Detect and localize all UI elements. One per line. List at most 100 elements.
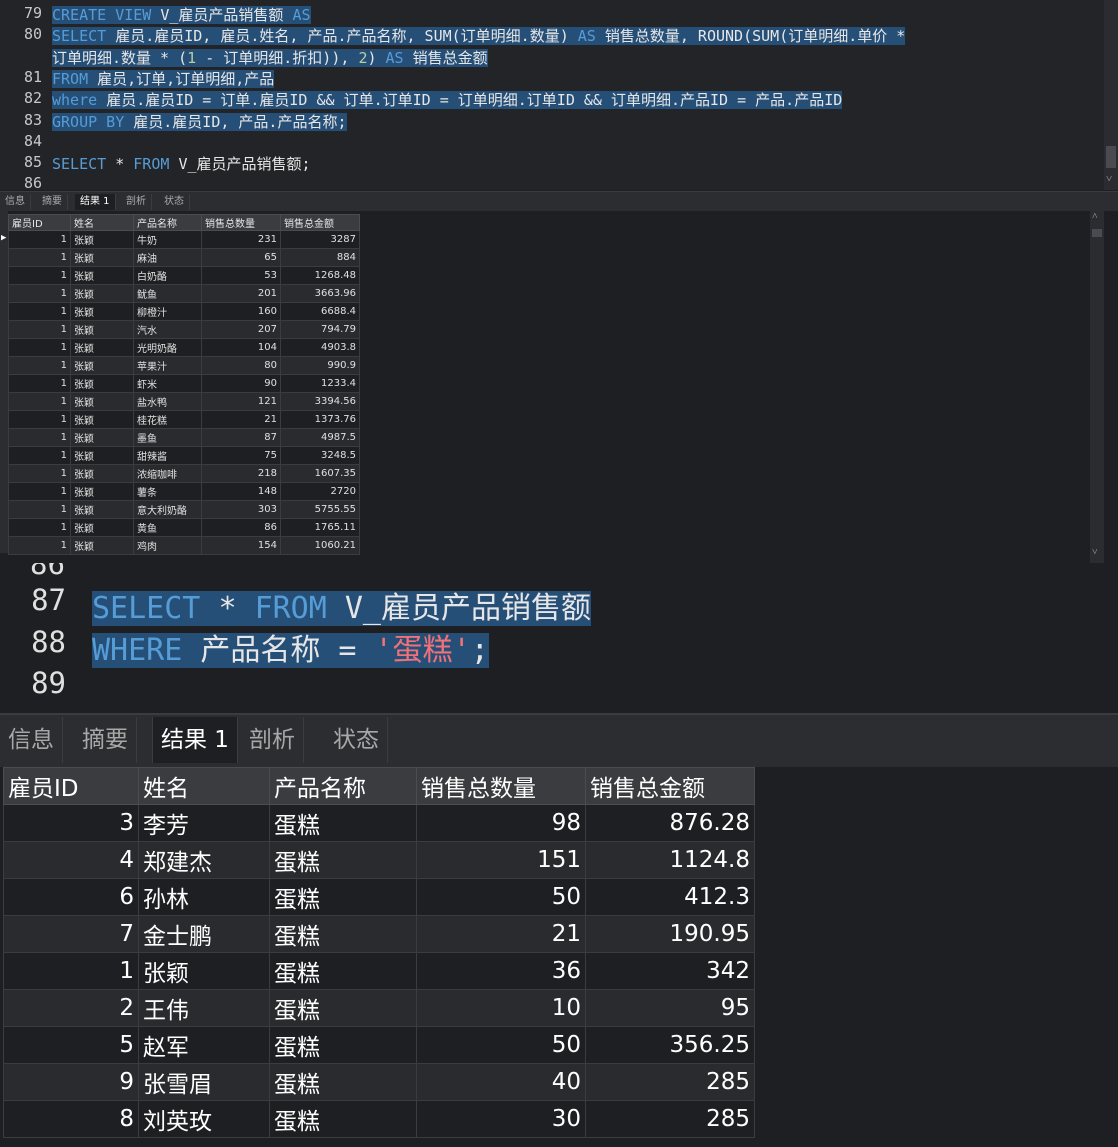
table-cell[interactable]: 3287 [280, 230, 360, 249]
table-cell[interactable]: 75 [201, 446, 281, 465]
table-cell[interactable]: 张颖 [70, 284, 134, 303]
table-row[interactable]: 1 张颖 黄鱼 86 1765.11 [8, 518, 360, 537]
sql-editor-bottom[interactable]: 86 87 SELECT * FROM V_雇员产品销售额 88 WHERE 产品名称… [0, 563, 1118, 713]
table-cell[interactable]: 张颖 [70, 356, 134, 375]
table-cell[interactable]: 张颖 [70, 248, 134, 267]
table-cell[interactable]: 6688.4 [280, 302, 360, 321]
table-row[interactable]: 7 金士鹏 蛋糕 21 190.95 [3, 915, 755, 953]
table-row[interactable]: 1 张颖 浓缩咖啡 218 1607.35 [8, 464, 360, 483]
table-row[interactable]: 6 孙林 蛋糕 50 412.3 [3, 878, 755, 916]
table-cell[interactable]: 104 [201, 338, 281, 357]
table-cell[interactable]: 10 [416, 989, 586, 1027]
table-row[interactable]: 1 张颖 薯条 148 2720 [8, 482, 360, 501]
table-cell[interactable]: 190.95 [585, 915, 755, 953]
table-cell[interactable]: 张颖 [70, 338, 134, 357]
code-line[interactable]: SELECT * FROM V_雇员产品销售额 [92, 583, 591, 627]
table-row[interactable]: 4 郑建杰 蛋糕 151 1124.8 [3, 841, 755, 879]
table-cell[interactable]: 95 [585, 989, 755, 1027]
table-cell[interactable]: 1 [8, 536, 71, 555]
table-cell[interactable]: 1 [8, 428, 71, 447]
table-cell[interactable]: 蛋糕 [269, 804, 417, 842]
table-cell[interactable]: 285 [585, 1063, 755, 1101]
scroll-down-icon[interactable]: ˅ [1092, 547, 1098, 558]
table-cell[interactable]: 郑建杰 [138, 841, 270, 879]
table-cell[interactable]: 蛋糕 [269, 841, 417, 879]
column-header[interactable]: 姓名 [70, 214, 134, 231]
table-cell[interactable]: 王伟 [138, 989, 270, 1027]
table-cell[interactable]: 65 [201, 248, 281, 267]
table-cell[interactable]: 1268.48 [280, 266, 360, 285]
table-cell[interactable]: 412.3 [585, 878, 755, 916]
table-cell[interactable]: 121 [201, 392, 281, 411]
scroll-up-icon[interactable]: ˄ [1092, 211, 1098, 222]
table-cell[interactable]: 张颖 [70, 374, 134, 393]
tab-summary[interactable]: 摘要 [37, 194, 68, 210]
table-cell[interactable]: 张颖 [70, 464, 134, 483]
sql-editor-top[interactable]: 79 CREATE VIEW V_雇员产品销售额 AS 80 SELECT 雇员.雇员… [0, 0, 1118, 190]
table-row[interactable]: 9 张雪眉 蛋糕 40 285 [3, 1063, 755, 1101]
table-cell[interactable]: 1373.76 [280, 410, 360, 429]
table-cell[interactable]: 张颖 [70, 410, 134, 429]
code-line[interactable]: where 雇员.雇员ID = 订单.雇员ID && 订单.订单ID = 订单明… [52, 89, 843, 110]
table-row[interactable]: 1 张颖 虾米 90 1233.4 [8, 374, 360, 393]
table-cell[interactable]: 53 [201, 266, 281, 285]
table-row[interactable]: 1 张颖 苹果汁 80 990.9 [8, 356, 360, 375]
table-cell[interactable]: 218 [201, 464, 281, 483]
tab-info[interactable]: 信息 [0, 717, 63, 763]
table-row[interactable]: 2 王伟 蛋糕 10 95 [3, 989, 755, 1027]
table-cell[interactable]: 876.28 [585, 804, 755, 842]
table-cell[interactable]: 1 [8, 320, 71, 339]
table-cell[interactable]: 蛋糕 [269, 1026, 417, 1064]
table-row[interactable]: 1 张颖 蛋糕 36 342 [3, 952, 755, 990]
table-cell[interactable]: 1124.8 [585, 841, 755, 879]
table-cell[interactable]: 墨鱼 [133, 428, 202, 447]
table-cell[interactable]: 1 [8, 446, 71, 465]
table-cell[interactable]: 2720 [280, 482, 360, 501]
table-cell[interactable]: 金士鹏 [138, 915, 270, 953]
table-cell[interactable]: 3248.5 [280, 446, 360, 465]
table-cell[interactable]: 薯条 [133, 482, 202, 501]
table-cell[interactable]: 5755.55 [280, 500, 360, 519]
table-cell[interactable]: 张颖 [70, 536, 134, 555]
table-cell[interactable]: 9 [3, 1063, 139, 1101]
table-cell[interactable]: 154 [201, 536, 281, 555]
code-line[interactable]: CREATE VIEW V_雇员产品销售额 AS [52, 4, 311, 25]
column-header[interactable]: 产品名称 [133, 214, 202, 231]
table-row[interactable]: 1 张颖 桂花糕 21 1373.76 [8, 410, 360, 429]
table-cell[interactable]: 1 [8, 248, 71, 267]
table-cell[interactable]: 160 [201, 302, 281, 321]
result-grid-small[interactable]: ▶ 雇员ID 姓名 产品名称 销售总数量 销售总金额 1 张颖 牛奶 231 3287 1 张颖 麻油… [0, 211, 1104, 563]
editor-scrollbar[interactable]: ˅ [1104, 0, 1118, 190]
code-line[interactable]: SELECT * FROM V_雇员产品销售额; [52, 153, 311, 174]
result-table-large[interactable]: 雇员ID 姓名 产品名称 销售总数量 销售总金额 3 李芳 蛋糕 98 876.28 4 郑建杰 蛋糕… [3, 767, 755, 1138]
table-cell[interactable]: 1060.21 [280, 536, 360, 555]
table-cell[interactable]: 1 [8, 284, 71, 303]
column-header[interactable]: 销售总数量 [416, 767, 586, 805]
table-cell[interactable]: 1 [8, 266, 71, 285]
tab-result-1[interactable]: 结果 1 [152, 717, 238, 763]
table-cell[interactable]: 342 [585, 952, 755, 990]
tab-summary[interactable]: 摘要 [74, 717, 137, 763]
table-cell[interactable]: 30 [416, 1100, 586, 1138]
table-cell[interactable]: 151 [416, 841, 586, 879]
table-cell[interactable]: 孙林 [138, 878, 270, 916]
table-cell[interactable]: 李芳 [138, 804, 270, 842]
column-header[interactable]: 雇员ID [8, 214, 71, 231]
table-cell[interactable]: 207 [201, 320, 281, 339]
table-cell[interactable]: 鸡肉 [133, 536, 202, 555]
column-header[interactable]: 销售总金额 [280, 214, 360, 231]
code-line[interactable]: GROUP BY 雇员.雇员ID, 产品.产品名称; [52, 111, 347, 132]
scroll-down-icon[interactable]: ˅ [1106, 172, 1112, 185]
table-row[interactable]: 1 张颖 柳橙汁 160 6688.4 [8, 302, 360, 321]
table-row[interactable]: 1 张颖 甜辣酱 75 3248.5 [8, 446, 360, 465]
table-cell[interactable]: 50 [416, 878, 586, 916]
table-cell[interactable]: 4987.5 [280, 428, 360, 447]
table-cell[interactable]: 桂花糕 [133, 410, 202, 429]
table-cell[interactable]: 张颖 [70, 500, 134, 519]
table-cell[interactable]: 1 [8, 338, 71, 357]
table-cell[interactable]: 张颖 [70, 428, 134, 447]
table-cell[interactable]: 刘英玫 [138, 1100, 270, 1138]
table-cell[interactable]: 1233.4 [280, 374, 360, 393]
column-header[interactable]: 销售总数量 [201, 214, 281, 231]
table-cell[interactable]: 6 [3, 878, 139, 916]
